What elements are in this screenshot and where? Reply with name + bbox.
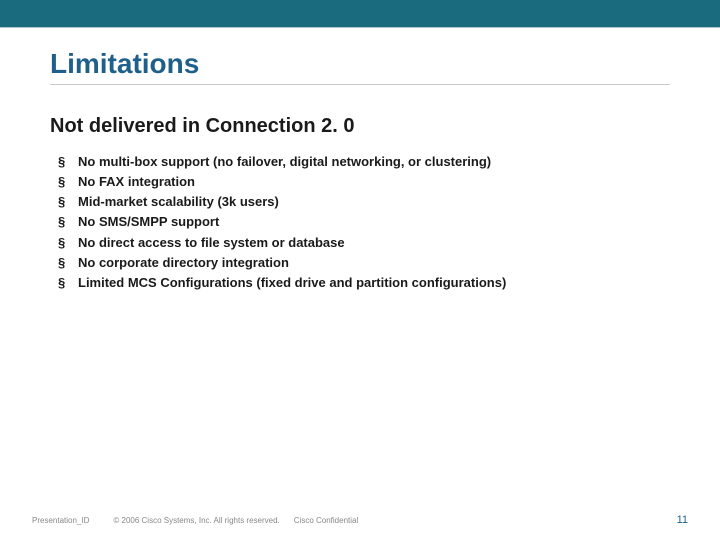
slide-title: Limitations: [50, 48, 670, 80]
list-item: §No corporate directory integration: [58, 253, 670, 273]
top-accent-bar: [0, 0, 720, 28]
bullet-marker: §: [58, 273, 78, 293]
list-item: §Limited MCS Configurations (fixed drive…: [58, 273, 670, 293]
bullet-text: No corporate directory integration: [78, 253, 289, 273]
bullet-marker: §: [58, 253, 78, 273]
copyright-text: © 2006 Cisco Systems, Inc. All rights re…: [113, 516, 279, 525]
bullet-text: Limited MCS Configurations (fixed drive …: [78, 273, 506, 293]
bullet-marker: §: [58, 152, 78, 172]
list-item: §Mid-market scalability (3k users): [58, 192, 670, 212]
slide-footer: Presentation_ID © 2006 Cisco Systems, In…: [0, 514, 720, 526]
list-item: §No direct access to file system or data…: [58, 233, 670, 253]
bullet-marker: §: [58, 172, 78, 192]
bullet-list: §No multi-box support (no failover, digi…: [50, 152, 670, 293]
bullet-text: No multi-box support (no failover, digit…: [78, 152, 491, 172]
page-number: 11: [677, 514, 688, 526]
bullet-text: No FAX integration: [78, 172, 195, 192]
bullet-marker: §: [58, 212, 78, 232]
slide-content: Limitations Not delivered in Connection …: [0, 28, 720, 293]
list-item: §No SMS/SMPP support: [58, 212, 670, 232]
list-item: §No multi-box support (no failover, digi…: [58, 152, 670, 172]
bullet-marker: §: [58, 192, 78, 212]
confidential-label: Cisco Confidential: [294, 516, 358, 525]
bullet-text: Mid-market scalability (3k users): [78, 192, 279, 212]
presentation-id: Presentation_ID: [32, 516, 89, 525]
slide-subtitle: Not delivered in Connection 2. 0: [50, 115, 670, 138]
bullet-marker: §: [58, 233, 78, 253]
bullet-text: No direct access to file system or datab…: [78, 233, 345, 253]
list-item: §No FAX integration: [58, 172, 670, 192]
bullet-text: No SMS/SMPP support: [78, 212, 219, 232]
title-underline: [50, 84, 670, 85]
